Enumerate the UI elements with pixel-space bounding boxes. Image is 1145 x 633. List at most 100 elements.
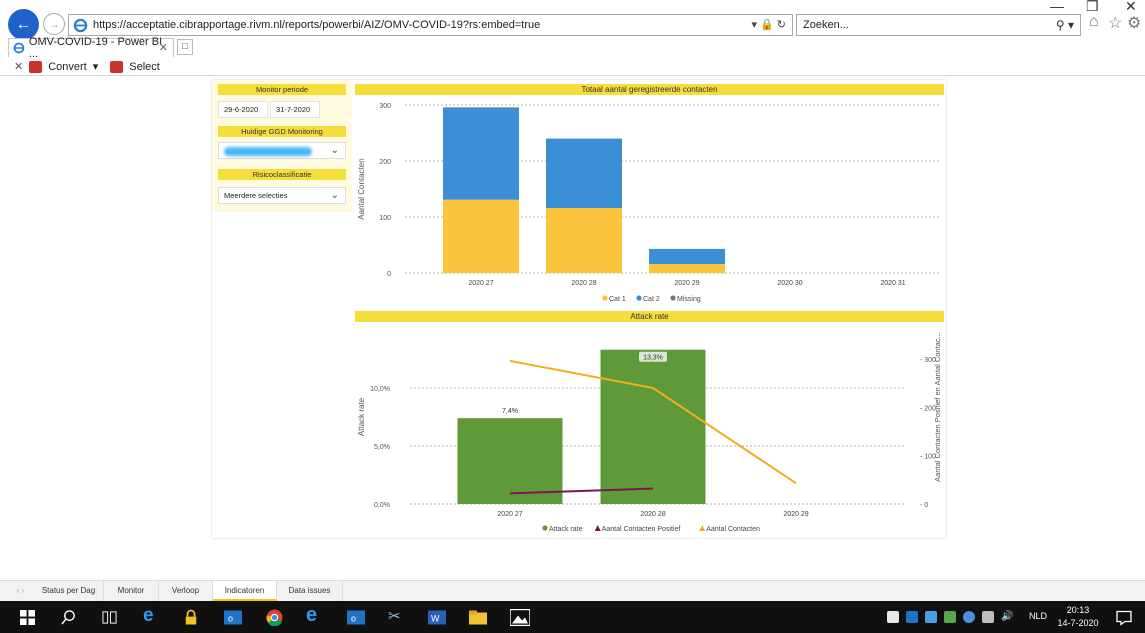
gear-icon[interactable]: ⚙ — [1127, 13, 1141, 33]
search-input[interactable]: Zoeken... ⚲ ▾ — [796, 14, 1081, 36]
y-axis-label: Attack rate — [357, 397, 366, 436]
forward-button[interactable]: → — [43, 13, 65, 35]
snipping-tool-icon[interactable]: ✂ — [388, 607, 401, 625]
search-placeholder: Zoeken... — [803, 19, 849, 31]
legend-label: Aantal Contacten — [706, 526, 760, 533]
edge-icon[interactable]: e — [143, 605, 154, 626]
windows-start-icon[interactable] — [20, 609, 35, 626]
photos-icon[interactable] — [510, 609, 530, 626]
search-icon[interactable]: ⚲ ▾ — [1056, 18, 1074, 32]
legend-marker — [602, 295, 608, 301]
attack-rate-combo-chart[interactable]: 0,0%5,0%10,0%- 0- 100- 200- 300Attack ra… — [355, 322, 944, 536]
x-tick-label: 2020 29 — [783, 511, 808, 518]
y2-axis-label: Aantal Contacten Positief en Aantal Cont… — [933, 332, 942, 482]
svg-text:o: o — [228, 614, 233, 624]
tray-clipboard-icon[interactable] — [887, 611, 899, 623]
tab-monitor[interactable]: Monitor — [104, 581, 159, 601]
tray-display-icon[interactable] — [982, 611, 994, 623]
x-tick-label: 2020 28 — [571, 280, 596, 287]
chart1-title: Totaal aantal geregistreerde contacten — [355, 84, 944, 95]
risk-dropdown[interactable]: Meerdere selecties ⌄ — [218, 187, 346, 204]
legend-label: Missing — [677, 296, 701, 303]
star-icon[interactable]: ☆ — [1108, 13, 1122, 33]
date-start-input[interactable]: 29-6-2020 — [218, 101, 268, 118]
close-tab-icon[interactable]: ✕ — [159, 41, 168, 54]
attack-rate-bar — [600, 349, 706, 504]
browser-chrome: ← → https://acceptatie.cibrapportage.riv… — [0, 0, 1145, 76]
url-text: https://acceptatie.cibrapportage.rivm.nl… — [93, 19, 541, 31]
contacts-bar-chart[interactable]: 0 100 200 300 Aantal Contacten 2020 27 2020 28… — [355, 95, 944, 307]
close-icon[interactable]: ✕ — [14, 60, 23, 73]
risicoclassificatie-header: Risicoclassificatie — [218, 169, 346, 180]
date-end-input[interactable]: 31-7-2020 — [270, 101, 320, 118]
tray-chrome-icon[interactable] — [963, 611, 975, 623]
close-window-icon[interactable]: ✕ — [1125, 0, 1137, 15]
select-button[interactable]: Select — [129, 61, 160, 73]
home-icon[interactable]: ⌂ — [1089, 13, 1099, 31]
tab-verloop[interactable]: Verloop — [159, 581, 213, 601]
chrome-icon[interactable] — [266, 609, 283, 626]
file-explorer-icon[interactable] — [469, 609, 487, 626]
word-icon[interactable]: W — [428, 609, 446, 626]
y-tick-label: 0 — [387, 271, 391, 278]
keepass-lock-icon[interactable] — [184, 609, 198, 626]
bar-cat-1 — [443, 199, 519, 273]
clock[interactable]: 20:13 14-7-2020 — [1057, 604, 1099, 630]
tray-outlook-icon[interactable] — [906, 611, 918, 623]
notifications-icon[interactable] — [1116, 609, 1132, 626]
y-tick-label: 200 — [379, 159, 391, 166]
volume-icon[interactable]: 🔊 — [1001, 611, 1019, 623]
chart2-title: Attack rate — [355, 311, 944, 322]
pdf-convert-icon — [29, 60, 43, 73]
legend-label: Aantal Contacten Positief — [602, 526, 681, 533]
x-tick-label: 2020 31 — [880, 280, 905, 287]
report-page-tabs: ‹ › Status per Dag Monitor Verloop Indic… — [0, 580, 1145, 601]
page-nav-arrows[interactable]: ‹ › — [8, 581, 33, 601]
x-tick-label: 2020 27 — [468, 280, 493, 287]
legend-marker — [636, 295, 642, 301]
y2-tick-label: - 0 — [920, 502, 928, 509]
outlook-icon[interactable]: o — [224, 609, 242, 626]
legend-marker — [670, 295, 676, 301]
tab-data-issues[interactable]: Data issues — [277, 581, 343, 601]
task-view-icon[interactable] — [102, 609, 117, 626]
chevron-down-icon: ⌄ — [330, 190, 339, 201]
x-tick-label: 2020 27 — [497, 511, 522, 518]
outlook-icon-2[interactable]: o — [347, 609, 365, 626]
address-bar[interactable]: https://acceptatie.cibrapportage.rivm.nl… — [68, 14, 793, 36]
report-canvas: Monitor periode 29-6-2020 31-7-2020 Huid… — [212, 80, 946, 538]
bar-cat-2 — [649, 248, 725, 265]
tray-network-icon[interactable] — [925, 611, 937, 623]
lock-refresh-icons[interactable]: ▾ 🔒 ↻ — [751, 18, 786, 31]
x-tick-label: 2020 28 — [640, 511, 665, 518]
legend-marker — [542, 525, 548, 531]
windows-taskbar: e o e o ✂ W 🔊 NLD 20:13 14-7-2020 — [0, 601, 1145, 633]
svg-text:W: W — [431, 614, 440, 624]
ggd-dropdown[interactable]: ⌄ — [218, 142, 346, 159]
tab-indicatoren[interactable]: Indicatoren — [213, 581, 277, 601]
search-icon[interactable] — [61, 609, 76, 626]
ggd-monitoring-header: Huidige GGD Monitoring — [218, 126, 346, 137]
internet-explorer-icon[interactable]: e — [306, 604, 317, 626]
clock-date: 14-7-2020 — [1057, 618, 1099, 628]
svg-text:o: o — [351, 614, 356, 624]
browser-tab[interactable]: OMV-COVID-19 - Power BI ... ✕ — [8, 36, 174, 60]
bar-cat-1 — [649, 264, 725, 273]
language-indicator[interactable]: NLD — [1029, 611, 1047, 621]
clock-time: 20:13 — [1066, 605, 1090, 615]
tab-status-per-dag[interactable]: Status per Dag — [34, 581, 104, 601]
chevron-down-icon[interactable]: ▾ — [93, 60, 99, 73]
maximize-icon[interactable]: ❐ — [1086, 0, 1099, 15]
risk-dropdown-value: Meerdere selecties — [224, 191, 288, 200]
convert-button[interactable]: Convert — [48, 61, 87, 73]
y-tick-label: 100 — [379, 215, 391, 222]
legend-marker — [699, 525, 706, 531]
arrow-right-icon: → — [48, 17, 60, 31]
y-tick-label: 300 — [379, 103, 391, 110]
new-tab-button[interactable]: □ — [177, 39, 193, 55]
data-label: 13,3% — [643, 355, 663, 362]
minimize-icon[interactable]: — — [1050, 0, 1064, 14]
ie-icon — [73, 18, 88, 32]
y-axis-label: Aantal Contacten — [357, 158, 366, 219]
tray-app-icon[interactable] — [944, 611, 956, 623]
